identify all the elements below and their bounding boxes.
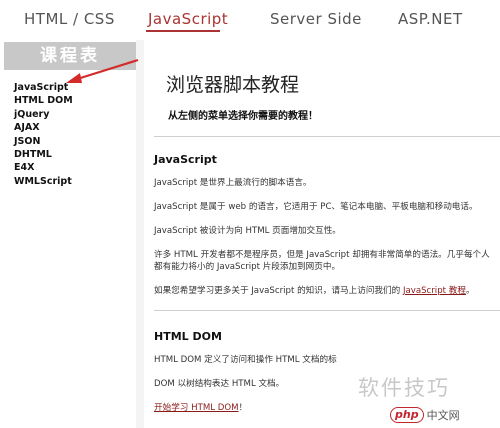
active-tab-indicator (146, 30, 220, 32)
top-navigation: HTML / CSS JavaScript Server Side ASP.NE… (0, 0, 500, 40)
dom-link-suffix: ！ (238, 403, 248, 413)
js-paragraph-5-suffix: 。 (465, 286, 475, 296)
html-dom-tutorial-link[interactable]: 开始学习 HTML DOM (154, 403, 239, 413)
sidebar-item-e4x[interactable]: E4X (14, 161, 73, 174)
sidebar-item-json[interactable]: JSON (14, 135, 73, 148)
dom-paragraph-1: HTML DOM 定义了访问和操作 HTML 文档的标 (154, 355, 337, 365)
sidebar-menu: JavaScript HTML DOM jQuery AJAX JSON DHT… (14, 81, 73, 188)
divider (154, 136, 500, 137)
tab-javascript[interactable]: JavaScript (148, 10, 228, 28)
sidebar-item-ajax[interactable]: AJAX (14, 121, 73, 134)
js-paragraph-4: 许多 HTML 开发者都不是程序员，但是 JavaScript 却拥有非常简单的… (154, 250, 490, 272)
sidebar-item-wmlscript[interactable]: WMLScript (14, 175, 73, 188)
js-paragraph-3: JavaScript 被设计为向 HTML 页面增加交互性。 (154, 226, 341, 236)
sidebar-item-dhtml[interactable]: DHTML (14, 148, 73, 161)
js-paragraph-1: JavaScript 是世界上最流行的脚本语言。 (154, 178, 312, 188)
page-subtitle: 从左侧的菜单选择你需要的教程！ (168, 111, 318, 122)
section-heading-javascript: JavaScript (154, 153, 217, 166)
sidebar-item-html-dom[interactable]: HTML DOM (14, 94, 73, 107)
php-cn-label: 中文网 (426, 409, 460, 422)
js-paragraph-5: 如果您希望学习更多关于 JavaScript 的知识，请马上访问我们的 Java… (154, 285, 496, 297)
content-panel: 浏览器脚本教程 从左侧的菜单选择你需要的教程！ JavaScript JavaS… (144, 40, 500, 428)
tab-server-side[interactable]: Server Side (270, 10, 362, 28)
red-arrow-annotation (66, 58, 139, 83)
tab-asp-net[interactable]: ASP.NET (398, 10, 463, 28)
sidebar-item-jquery[interactable]: jQuery (14, 108, 73, 121)
js-paragraph-5-text: 如果您希望学习更多关于 JavaScript 的知识，请马上访问我们的 (154, 286, 401, 296)
page-title: 浏览器脚本教程 (166, 74, 300, 96)
section-heading-html-dom: HTML DOM (154, 330, 222, 343)
sidebar: 课程表 JavaScript HTML DOM jQuery AJAX JSON… (0, 40, 136, 428)
php-cn-badge: php 中文网 (390, 406, 460, 424)
php-logo: php (390, 407, 424, 423)
main-content: 浏览器脚本教程 从左侧的菜单选择你需要的教程！ JavaScript JavaS… (136, 40, 500, 428)
divider (154, 310, 500, 311)
js-paragraph-2: JavaScript 是属于 web 的语言，它适用于 PC、笔记本电脑、平板电… (154, 202, 478, 212)
javascript-tutorial-link[interactable]: JavaScript 教程 (403, 286, 466, 296)
tab-html-css[interactable]: HTML / CSS (24, 10, 115, 28)
watermark-text: 软件技巧 (358, 376, 450, 400)
